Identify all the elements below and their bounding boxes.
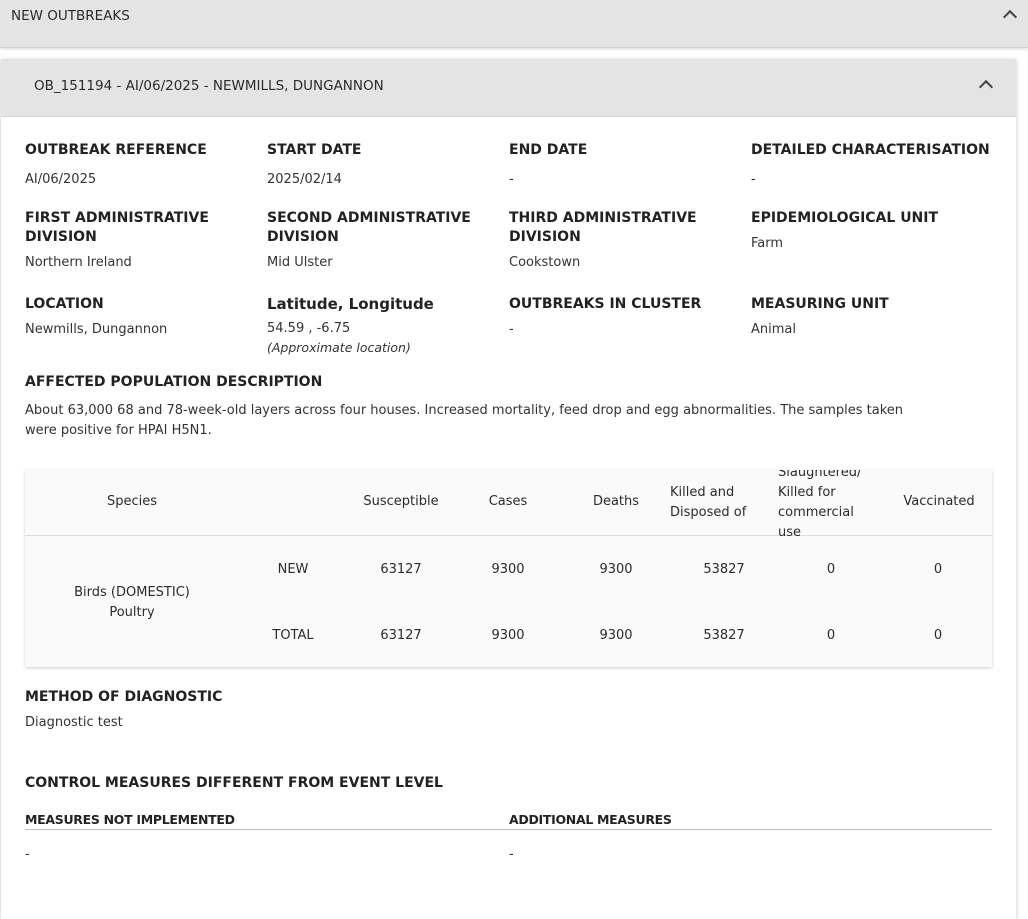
field-value: Animal bbox=[751, 322, 796, 337]
header-line: use bbox=[778, 525, 802, 540]
field-value: Mid Ulster bbox=[267, 255, 333, 270]
header-deaths: Deaths bbox=[592, 494, 640, 509]
section-title: NEW OUTBREAKS bbox=[11, 8, 130, 24]
species-type: Poultry bbox=[109, 605, 155, 620]
chevron-up-icon[interactable] bbox=[978, 79, 994, 95]
additional-measures-label: ADDITIONAL MEASURES bbox=[509, 812, 672, 827]
chevron-up-icon[interactable] bbox=[1002, 9, 1018, 25]
header-line: Slaughtered/ bbox=[778, 470, 862, 480]
field-value: - bbox=[751, 172, 756, 187]
cell-deaths: 9300 bbox=[599, 628, 633, 643]
field-first-admin-division: FIRST ADMINISTRATIVE DIVISION Northern I… bbox=[25, 209, 209, 272]
field-detailed-characterisation: DETAILED CHARACTERISATION - bbox=[751, 141, 990, 189]
field-second-admin-division: SECOND ADMINISTRATIVE DIVISION Mid Ulste… bbox=[267, 209, 471, 272]
field-value: Cookstown bbox=[509, 255, 581, 270]
measures-not-implemented-value: - bbox=[25, 847, 30, 862]
header-cases: Cases bbox=[488, 494, 528, 509]
cell-killed: 53827 bbox=[703, 628, 745, 643]
field-end-date: END DATE - bbox=[509, 141, 587, 189]
measures-not-implemented-label: MEASURES NOT IMPLEMENTED bbox=[25, 812, 235, 827]
header-line: Killed for bbox=[778, 485, 836, 500]
cell-slaughtered: 0 bbox=[826, 562, 836, 577]
approximate-location-note: (Approximate location) bbox=[267, 340, 411, 355]
field-label: THIRD ADMINISTRATIVE bbox=[509, 210, 697, 226]
outbreak-panel-header[interactable]: OB_151194 - AI/06/2025 - NEWMILLS, DUNGA… bbox=[1, 59, 1016, 117]
field-outbreaks-in-cluster: OUTBREAKS IN CLUSTER - bbox=[509, 295, 701, 339]
description-line-1: About 63,000 68 and 78-week-old layers a… bbox=[25, 403, 904, 418]
field-label: END DATE bbox=[509, 142, 588, 158]
field-value: - bbox=[509, 172, 514, 187]
cell-killed: 53827 bbox=[703, 562, 745, 577]
field-outbreak-reference: OUTBREAK REFERENCE AI/06/2025 bbox=[25, 141, 207, 189]
field-label: EPIDEMIOLOGICAL UNIT bbox=[751, 210, 939, 226]
field-label: Latitude, Longitude bbox=[267, 295, 434, 313]
field-method-of-diagnostic: METHOD OF DIAGNOSTIC Diagnostic test bbox=[25, 688, 222, 732]
field-location: LOCATION Newmills, Dungannon bbox=[25, 295, 167, 339]
species-name: Birds (DOMESTIC) bbox=[74, 585, 190, 600]
affected-population-heading: AFFECTED POPULATION DESCRIPTION bbox=[25, 373, 322, 392]
row-label-new: NEW bbox=[277, 562, 309, 577]
field-label-line2: DIVISION bbox=[509, 229, 581, 245]
field-value: Farm bbox=[751, 236, 784, 251]
field-third-admin-division: THIRD ADMINISTRATIVE DIVISION Cookstown bbox=[509, 209, 697, 272]
control-measures-label: CONTROL MEASURES DIFFERENT FROM EVENT LE… bbox=[25, 775, 443, 791]
additional-measures-value: - bbox=[509, 847, 514, 862]
header-species: Species bbox=[106, 494, 158, 509]
affected-population-description: About 63,000 68 and 78-week-old layers a… bbox=[25, 401, 985, 441]
cell-deaths: 9300 bbox=[599, 562, 633, 577]
species-table: Species Susceptible Cases Deaths Killed … bbox=[25, 470, 992, 667]
field-label: SECOND ADMINISTRATIVE bbox=[267, 210, 471, 226]
field-label: START DATE bbox=[267, 142, 362, 158]
new-outbreaks-header[interactable]: NEW OUTBREAKS bbox=[0, 0, 1028, 48]
field-label: FIRST ADMINISTRATIVE bbox=[25, 210, 209, 226]
field-value: Diagnostic test bbox=[25, 715, 123, 730]
species-cell: Birds (DOMESTIC) Poultry bbox=[58, 583, 206, 623]
field-label-line2: DIVISION bbox=[25, 229, 97, 245]
header-line: Killed and bbox=[670, 485, 735, 500]
header-slaughtered: Slaughtered/ Killed for commercial use bbox=[778, 470, 861, 543]
control-measures-heading: CONTROL MEASURES DIFFERENT FROM EVENT LE… bbox=[25, 774, 443, 793]
field-label: MEASURING UNIT bbox=[751, 296, 889, 312]
cell-susceptible: 63127 bbox=[380, 628, 422, 643]
field-value: - bbox=[509, 322, 514, 337]
field-value: Northern Ireland bbox=[25, 255, 132, 270]
cell-vaccinated: 0 bbox=[933, 562, 943, 577]
cell-cases: 9300 bbox=[491, 628, 525, 643]
field-latitude-longitude: Latitude, Longitude 54.59 , -6.75 (Appro… bbox=[267, 295, 434, 357]
row-label-total: TOTAL bbox=[272, 628, 314, 643]
cell-cases: 9300 bbox=[491, 562, 525, 577]
cell-susceptible: 63127 bbox=[380, 562, 422, 577]
field-label: LOCATION bbox=[25, 296, 104, 312]
field-value: 54.59 , -6.75 bbox=[267, 321, 351, 336]
field-label: OUTBREAK REFERENCE bbox=[25, 142, 207, 158]
header-susceptible: Susceptible bbox=[363, 494, 439, 509]
header-killed-disposed: Killed and Disposed of bbox=[670, 483, 746, 523]
field-label: METHOD OF DIAGNOSTIC bbox=[25, 689, 223, 705]
description-line-2: were positive for HPAI H5N1. bbox=[25, 423, 212, 438]
cell-slaughtered: 0 bbox=[826, 628, 836, 643]
field-value: Newmills, Dungannon bbox=[25, 322, 168, 337]
field-label-line2: DIVISION bbox=[267, 229, 339, 245]
header-vaccinated: Vaccinated bbox=[903, 494, 975, 509]
field-value: 2025/02/14 bbox=[267, 172, 342, 187]
header-line: Disposed of bbox=[670, 505, 747, 520]
field-measuring-unit: MEASURING UNIT Animal bbox=[751, 295, 889, 339]
outbreak-title: OB_151194 - AI/06/2025 - NEWMILLS, DUNGA… bbox=[34, 78, 384, 94]
field-epidemiological-unit: EPIDEMIOLOGICAL UNIT Farm bbox=[751, 209, 938, 253]
header-line: commercial bbox=[778, 505, 854, 520]
control-measures-divider bbox=[25, 829, 992, 830]
field-label: DETAILED CHARACTERISATION bbox=[751, 142, 990, 158]
field-value: AI/06/2025 bbox=[25, 172, 97, 187]
field-start-date: START DATE 2025/02/14 bbox=[267, 141, 361, 189]
cell-vaccinated: 0 bbox=[933, 628, 943, 643]
field-label: OUTBREAKS IN CLUSTER bbox=[509, 296, 702, 312]
affected-population-label: AFFECTED POPULATION DESCRIPTION bbox=[25, 374, 323, 390]
